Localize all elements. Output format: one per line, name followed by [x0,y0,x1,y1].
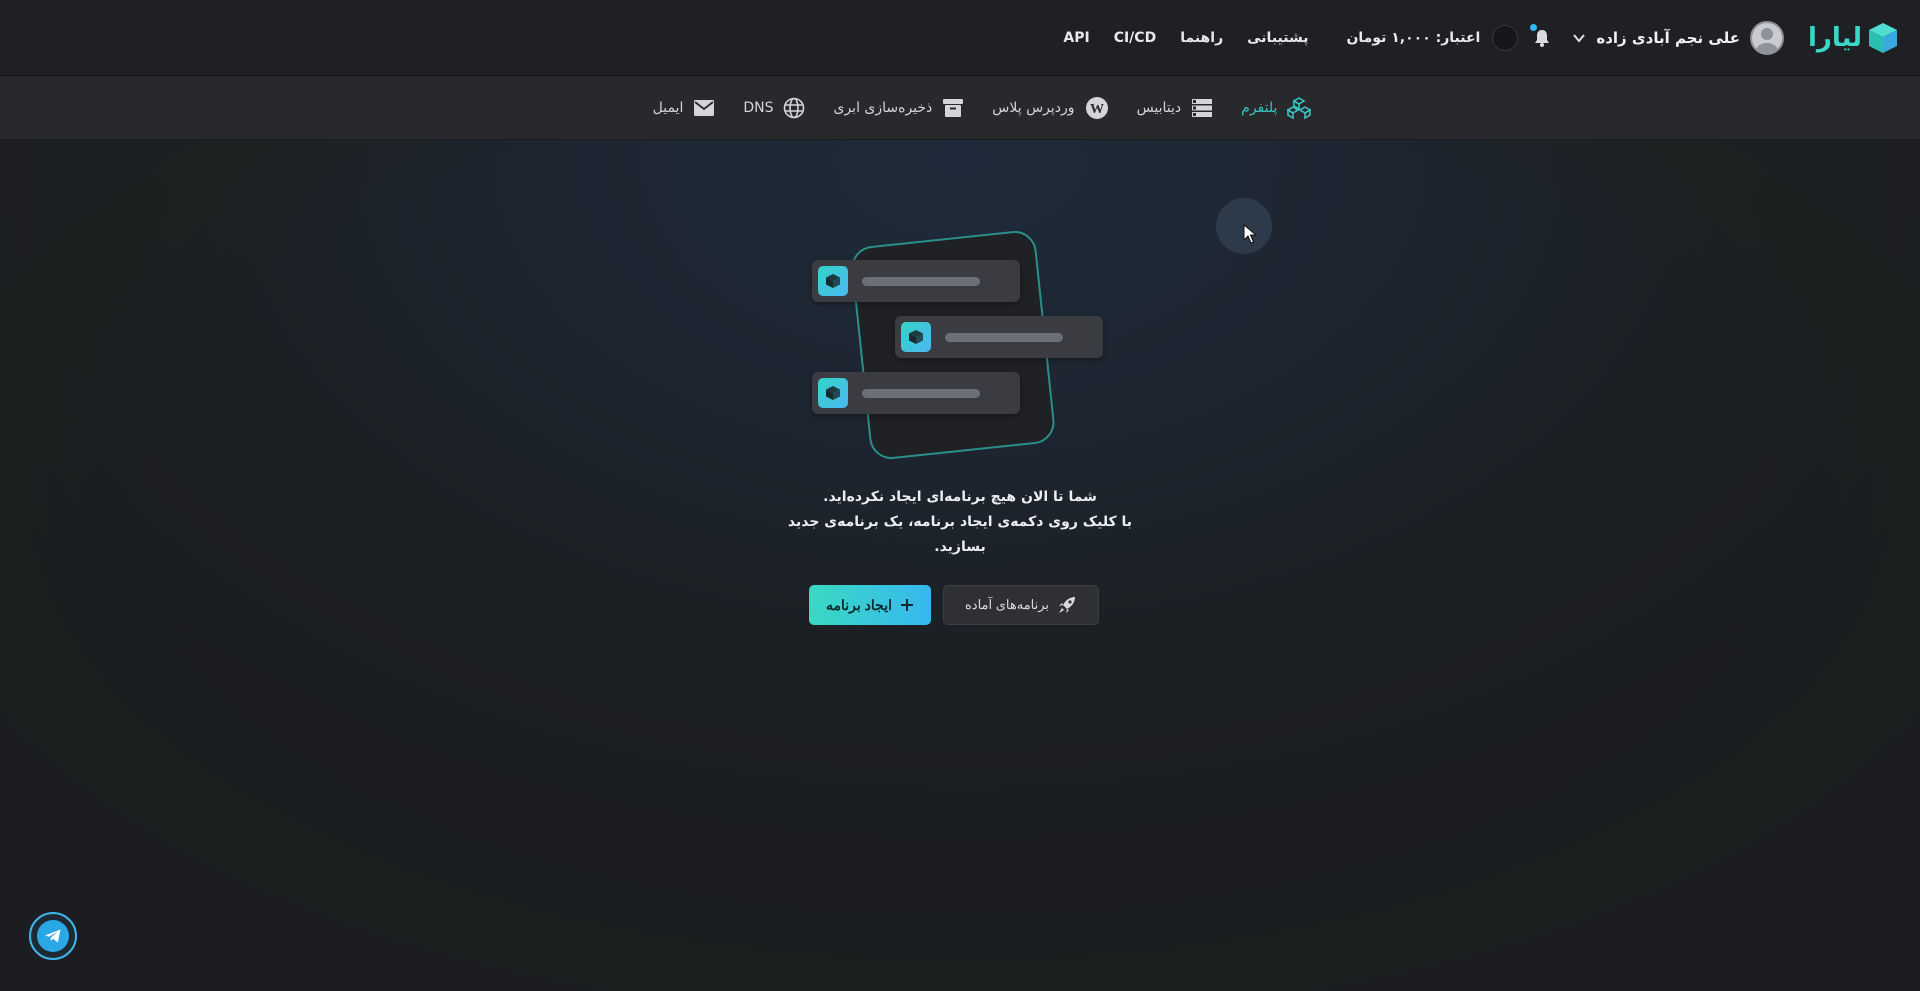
empty-state-actions: ایجاد برنامه برنامه‌های آماده [809,585,1099,625]
nav-item-wordpress[interactable]: W وردپرس پلاس [992,96,1108,120]
illustration-app-row [895,316,1103,358]
liara-cube-icon [1869,22,1897,53]
empty-state-line: بسازید. [934,539,986,555]
telegram-support-button[interactable] [29,912,77,960]
storage-icon [943,98,964,117]
nav-item-email[interactable]: ایمیل [653,99,716,117]
nav-item-platform[interactable]: پلتفرم [1241,96,1312,120]
empty-state-message: شما تا الان هیچ برنامه‌ای ایجاد نکرده‌ای… [760,485,1160,560]
illustration-app-row [812,372,1020,414]
nav-item-label: ایمیل [652,99,684,116]
globe-icon [784,97,805,118]
ready-apps-label: برنامه‌های آماده [964,597,1050,612]
logo[interactable]: لیارا [1808,22,1898,54]
top-header: لیارا علی نجم آبادی زاده اعتبار: ۱,۰۰۰ ت… [0,0,1920,76]
app-cube-icon [901,322,931,352]
plus-icon [901,599,914,611]
placeholder-bar [862,388,980,398]
nav-item-label: ذخیره‌سازی ابری [833,99,933,116]
link-api[interactable]: API [1063,30,1089,46]
nav-item-database[interactable]: دیتابیس [1137,98,1214,118]
placeholder-bar [945,332,1063,342]
nav-item-label: DNS [743,99,774,116]
rocket-icon [1059,597,1076,613]
logo-text: لیارا [1807,22,1862,53]
empty-state-line: شما تا الان هیچ برنامه‌ای ایجاد نکرده‌ای… [823,489,1097,505]
telegram-icon [37,920,69,952]
create-app-label: ایجاد برنامه [826,596,893,613]
nav-item-label: وردپرس پلاس [992,99,1075,116]
mouse-cursor-icon [1243,224,1257,244]
empty-state-illustration [812,228,1112,462]
credit-balance[interactable]: اعتبار: ۱,۰۰۰ تومان [1346,30,1480,46]
avatar[interactable] [1749,20,1784,55]
create-app-button[interactable]: ایجاد برنامه [809,585,931,625]
database-icon [1192,98,1213,117]
placeholder-bar [862,276,980,286]
notification-dot [1530,23,1538,31]
platform-icon [1287,96,1312,119]
wordpress-icon: W [1085,96,1108,119]
theme-toggle[interactable] [1492,24,1519,51]
empty-state-line: با کلیک روی دکمه‌ی ایجاد برنامه، یک برنا… [787,514,1133,530]
link-support[interactable]: پشتیبانی [1247,30,1308,46]
link-cicd[interactable]: CI/CD [1114,30,1157,46]
nav-item-label: دیتابیس [1136,99,1182,116]
chevron-down-icon[interactable] [1572,31,1586,45]
nav-item-dns[interactable]: DNS [743,97,805,119]
ready-apps-button[interactable]: برنامه‌های آماده [943,585,1099,625]
services-nav: پلتفرم دیتابیس W وردپرس پلاس ذخیره‌سازی … [0,76,1920,140]
app-cube-icon [818,378,848,408]
app-cube-icon [818,266,848,296]
mail-icon [694,99,715,116]
main-content: شما تا الان هیچ برنامه‌ای ایجاد نکرده‌ای… [0,140,1920,991]
user-avatar-icon [1755,27,1778,53]
notification-bell-icon[interactable] [1530,23,1552,48]
user-name[interactable]: علی نجم آبادی زاده [1596,29,1740,47]
nav-item-storage[interactable]: ذخیره‌سازی ابری [833,97,964,119]
nav-item-label: پلتفرم [1241,99,1278,116]
illustration-app-row [812,260,1020,302]
svg-text:W: W [1090,102,1104,117]
link-docs[interactable]: راهنما [1180,30,1223,46]
